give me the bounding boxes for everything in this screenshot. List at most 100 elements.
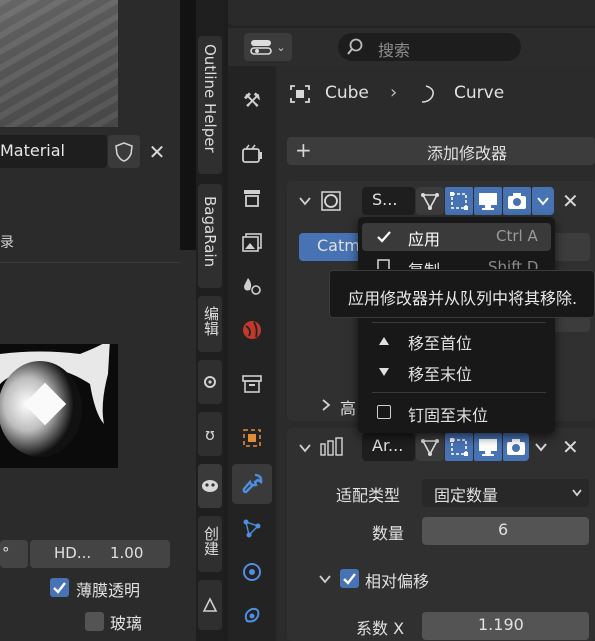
menu-item-apply[interactable]: 应用 Ctrl A	[362, 223, 551, 251]
film-transparent-checkbox[interactable]	[50, 578, 69, 597]
tool-icon: ⚒	[243, 88, 261, 112]
tab-render[interactable]	[232, 134, 272, 174]
checkmark-icon	[343, 573, 356, 585]
tab-tool[interactable]: ⚒	[232, 80, 272, 120]
breadcrumb-object: Cube	[325, 83, 369, 103]
tab-scene[interactable]	[232, 266, 272, 306]
menu-item-move-last[interactable]: 移至末位	[362, 359, 551, 385]
search-input[interactable]: 搜索	[338, 33, 521, 61]
hd-field-value: 1.00	[110, 544, 144, 562]
modifier2-name-field[interactable]: Ar...	[362, 433, 415, 461]
modifier1-render-button[interactable]	[503, 187, 531, 215]
count-value: 6	[498, 520, 509, 539]
modifier2-extra-dropdown[interactable]	[534, 440, 548, 458]
degree-text: °	[2, 544, 10, 562]
chevron-down-icon	[535, 443, 547, 452]
breadcrumb-modifier: Curve	[454, 83, 505, 103]
tab-output[interactable]	[232, 178, 272, 218]
modifier1-name: S...	[372, 190, 398, 209]
fake-user-button[interactable]	[108, 135, 140, 168]
collapse-chevron-icon[interactable]	[318, 572, 332, 586]
editor-type-dropdown[interactable]: ⌄	[244, 33, 292, 61]
tab-outline-helper[interactable]: Outline Helper	[198, 36, 222, 174]
add-modifier-button[interactable]: + 添加修改器	[287, 137, 595, 165]
search-placeholder: 搜索	[378, 41, 411, 60]
apply-tooltip-text: 应用修改器并从队列中将其移除.	[348, 289, 578, 308]
glass-checkbox[interactable]	[85, 612, 104, 631]
tab-collection[interactable]	[232, 364, 272, 404]
menu-item-move-last-label: 移至末位	[408, 365, 473, 384]
render-icon	[242, 144, 262, 163]
relative-offset-checkbox[interactable]	[340, 569, 359, 588]
factor-x-value: 1.190	[478, 615, 524, 634]
catmull-clark-label: Catm	[317, 236, 360, 255]
modifier1-on-cage-button[interactable]	[416, 187, 444, 215]
modifier2-render-button[interactable]	[503, 433, 529, 461]
modifier1-remove-icon[interactable]: ✕	[562, 189, 579, 213]
triangle-down-icon	[379, 368, 389, 376]
tab-view-layer[interactable]	[232, 222, 272, 262]
modifier2-on-cage-button[interactable]	[416, 433, 444, 461]
count-field[interactable]: 6	[422, 517, 589, 545]
plugin-icon: ʊ	[205, 424, 215, 444]
scene-icon	[244, 278, 261, 295]
tab-modifiers[interactable]	[232, 464, 272, 504]
tab-object[interactable]	[232, 418, 272, 458]
collection-icon	[242, 375, 262, 393]
modifier1-extra-dropdown[interactable]	[532, 187, 554, 215]
edit-mode-icon	[450, 438, 468, 456]
tab-bagarain[interactable]: BagaRain	[198, 184, 222, 288]
material-name-field[interactable]: Material	[0, 135, 107, 168]
chevron-down-icon	[537, 197, 549, 206]
modifier1-edit-mode-button[interactable]	[445, 187, 473, 215]
monitor-icon	[479, 439, 497, 456]
collapse-chevron-icon[interactable]	[298, 441, 312, 455]
fit-type-label: 适配类型	[336, 486, 401, 505]
camera-icon	[507, 439, 525, 455]
menu-item-duplicate[interactable]: 复制 Shift D	[362, 255, 551, 269]
menu-divider	[372, 392, 546, 393]
tab-edit[interactable]: 编辑	[198, 296, 222, 352]
tab-plugin[interactable]: ʊ	[198, 412, 222, 456]
image-icon	[242, 233, 262, 252]
catmull-clark-tab[interactable]: Catm	[299, 233, 365, 261]
modifier2-edit-mode-button[interactable]	[445, 433, 473, 461]
tab-world[interactable]	[232, 310, 272, 350]
unlink-material-button[interactable]: ✕	[141, 135, 173, 168]
vertex-triangle-icon	[421, 193, 439, 210]
modifier1-viewport-button[interactable]	[474, 187, 502, 215]
tab-particles[interactable]	[232, 508, 272, 548]
editor-top-strip	[228, 0, 595, 26]
fit-type-dropdown[interactable]: 固定数量	[422, 479, 589, 507]
modifier1-name-field[interactable]: S...	[362, 187, 415, 215]
duplicate-icon	[377, 259, 390, 269]
tab-mask[interactable]	[198, 464, 222, 508]
subsurf-icon	[321, 191, 341, 211]
world-icon	[243, 321, 261, 339]
relative-offset-label: 相对偏移	[365, 572, 430, 591]
modifier2-remove-icon[interactable]: ✕	[562, 435, 579, 459]
hd-field[interactable]: HD... 1.00	[30, 540, 170, 568]
angle-field[interactable]: °	[0, 540, 28, 568]
triangle-icon	[202, 597, 218, 612]
curve-modifier-icon	[421, 85, 434, 103]
menu-item-duplicate-label: 复制	[408, 257, 440, 269]
expand-chevron-icon[interactable]	[320, 398, 332, 412]
tab-constraints[interactable]	[232, 596, 272, 636]
tab-create[interactable]: 创建	[198, 516, 222, 572]
collapse-chevron-icon[interactable]	[298, 194, 312, 208]
tab-misc[interactable]	[198, 580, 222, 630]
tab-settings[interactable]	[198, 360, 222, 404]
plus-icon: +	[295, 138, 312, 162]
menu-item-apply-shortcut: Ctrl A	[496, 227, 538, 245]
add-modifier-label: 添加修改器	[427, 144, 508, 163]
properties-editor-icon	[250, 40, 273, 55]
edit-mode-icon	[450, 192, 468, 210]
tab-physics[interactable]	[232, 552, 272, 592]
menu-item-pin-last[interactable]: 钉固至末位	[362, 400, 551, 426]
wrench-icon	[242, 473, 263, 494]
left-panel-edge	[180, 0, 196, 250]
menu-item-move-first[interactable]: 移至首位	[362, 328, 551, 354]
factor-x-field[interactable]: 1.190	[422, 612, 589, 640]
modifier2-viewport-button[interactable]	[474, 433, 502, 461]
